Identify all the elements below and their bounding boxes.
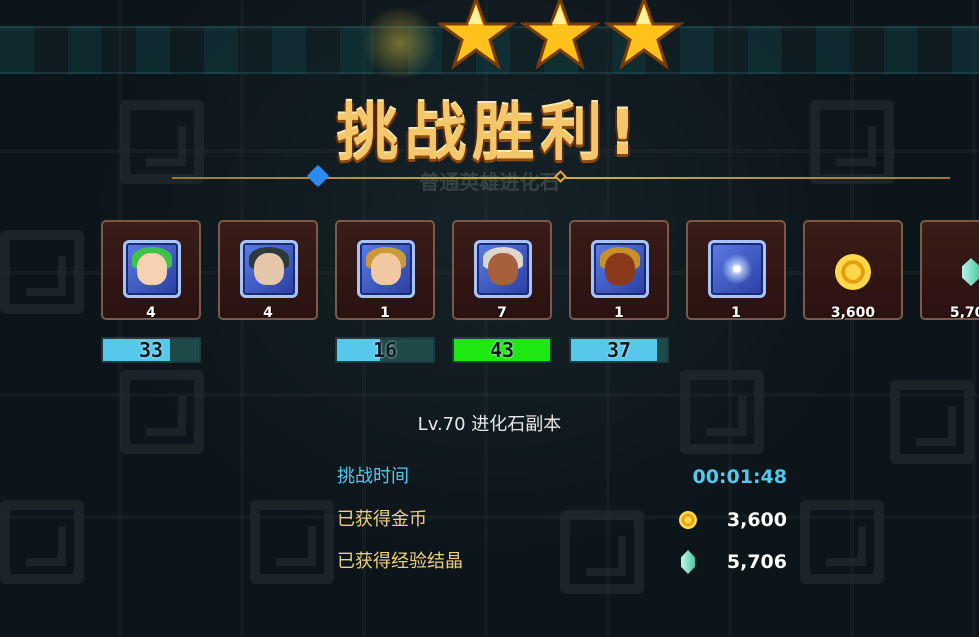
reward-count: 5,706	[949, 305, 979, 320]
stat-value: 5,706	[726, 551, 787, 573]
reward-count: 7	[497, 305, 507, 321]
hero-level-bar: 43	[452, 337, 552, 363]
reward-card[interactable]: 4	[218, 220, 318, 321]
hero-level: 16	[372, 338, 398, 362]
reward-card[interactable]: 1	[335, 220, 435, 321]
hero-level: 43	[489, 338, 515, 362]
stat-value: 00:01:48	[692, 466, 787, 488]
victory-title: 挑战胜利!	[336, 96, 643, 169]
green-hair-hero-portrait	[123, 240, 181, 298]
hero-level-bar: 33	[101, 337, 201, 363]
pirate-duo-hero-portrait	[357, 240, 415, 298]
background-tile	[800, 500, 884, 584]
hero-level: 37	[606, 338, 632, 362]
reward-count: 4	[263, 305, 273, 321]
hero-level-bar: 16	[335, 337, 435, 363]
reward-count: 1	[731, 305, 741, 321]
stage-name: Lv.70 进化石副本	[417, 414, 562, 435]
star-icon	[438, 0, 517, 70]
reward-count: 1	[380, 305, 390, 321]
gold-coin-icon	[679, 511, 697, 529]
background-tile	[250, 500, 334, 584]
star-icon	[519, 0, 601, 70]
background-tile	[0, 500, 84, 584]
star-rating	[438, 0, 685, 70]
reward-count: 1	[614, 305, 624, 321]
exp-crystal-icon	[681, 550, 695, 574]
hero-level: 33	[138, 338, 164, 362]
stat-row-exp: 已获得经验结晶 5,706	[337, 547, 787, 577]
reward-card[interactable]: 4	[101, 220, 201, 321]
gold-coin-icon	[835, 254, 871, 290]
reward-card[interactable]: 5,706	[920, 220, 979, 320]
glow-effect	[360, 8, 440, 78]
reward-card[interactable]: 1	[569, 220, 669, 321]
reward-count: 4	[146, 305, 156, 321]
stat-row-gold: 已获得金币 3,600	[337, 505, 787, 535]
exp-crystal-icon	[962, 258, 979, 286]
reward-count: 3,600	[830, 305, 876, 321]
reward-card[interactable]: 3,600	[803, 220, 903, 321]
old-warrior-hero-portrait	[474, 240, 532, 298]
stat-value: 3,600	[726, 509, 787, 531]
reward-list: 4 33 4 1 16 7 43 1 37 1 3,600 5,7	[101, 220, 979, 370]
stat-label: 已获得经验结晶	[337, 551, 463, 572]
stat-label: 挑战时间	[337, 466, 409, 487]
star-icon	[603, 0, 685, 70]
evolution-stone-sparkle-icon	[708, 240, 766, 298]
dungeon-subtitle: 普通英雄进化石	[419, 170, 560, 194]
hero-level-bar: 37	[569, 337, 669, 363]
reward-card[interactable]: 1	[686, 220, 786, 321]
reward-card[interactable]: 7	[452, 220, 552, 321]
dark-hair-hero-portrait	[240, 240, 298, 298]
golden-knight-hero-portrait	[591, 240, 649, 298]
background-tile	[0, 230, 84, 314]
stat-label: 已获得金币	[337, 509, 427, 530]
stat-row-time: 挑战时间 00:01:48	[337, 462, 787, 492]
